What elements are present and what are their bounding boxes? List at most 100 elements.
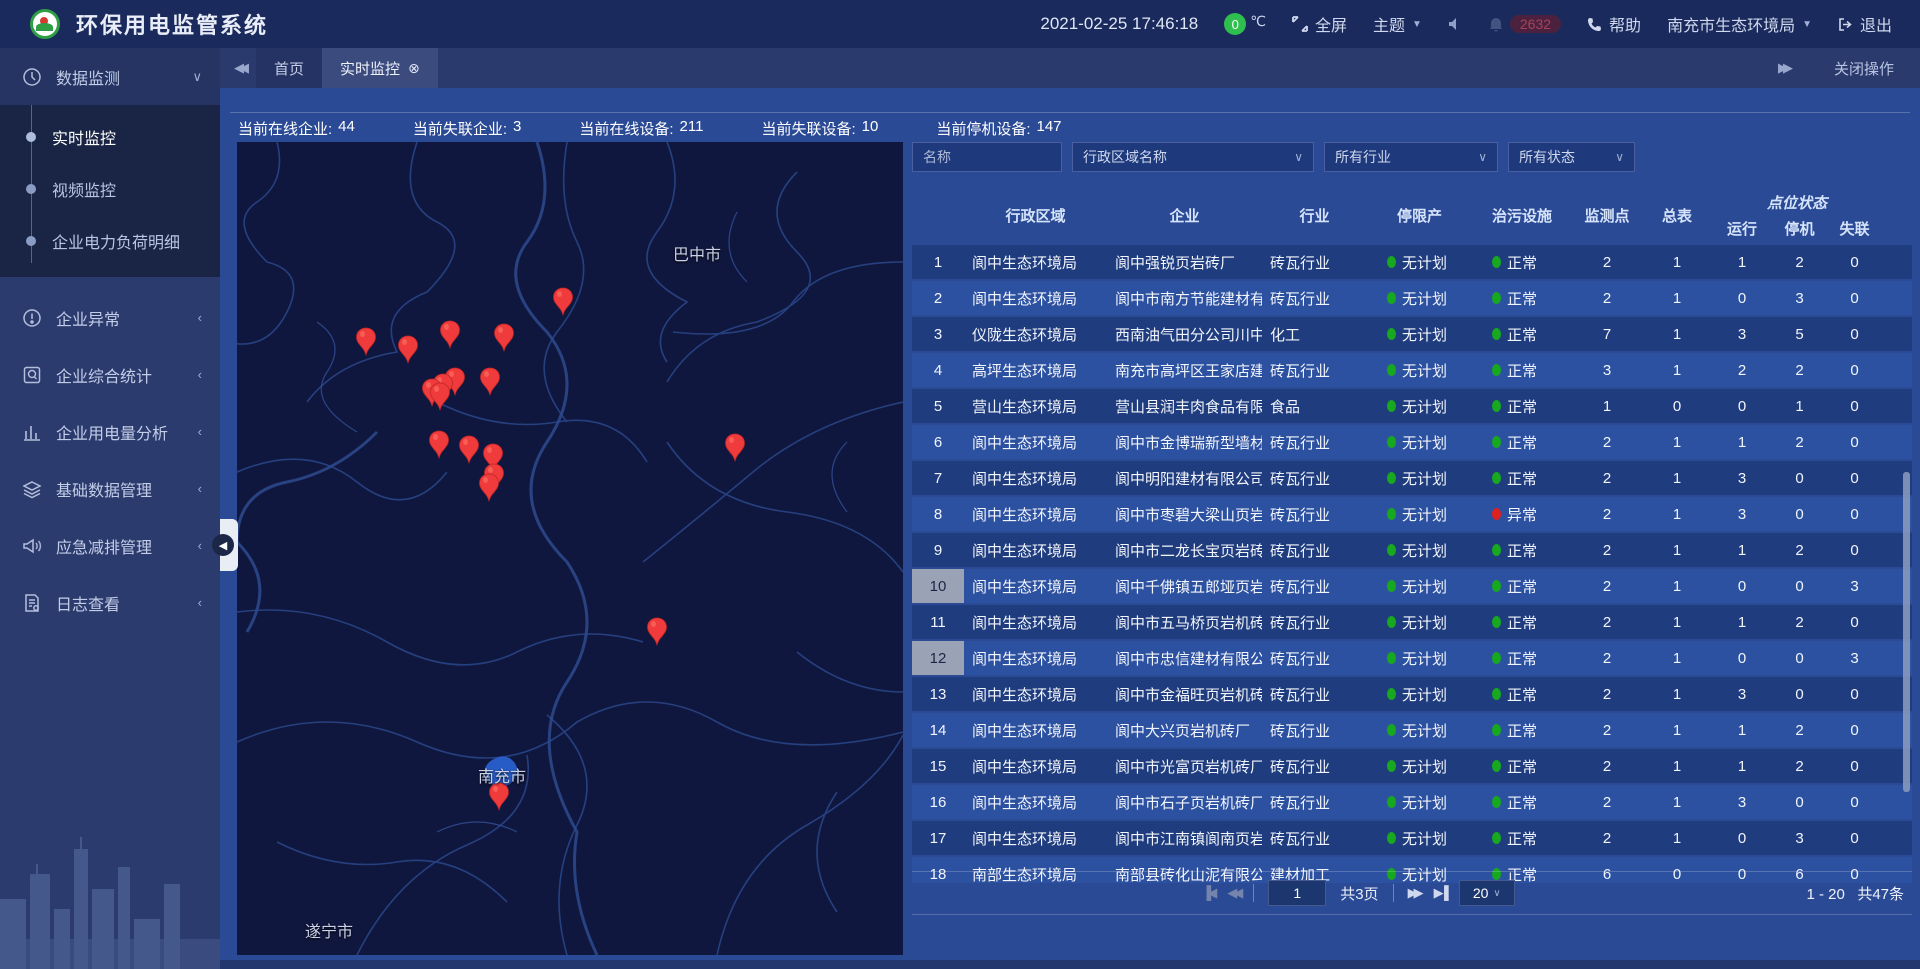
help-button[interactable]: 帮助 (1587, 12, 1641, 36)
tab-realtime-monitoring[interactable]: 实时监控 ⊗ (322, 48, 438, 88)
theme-dropdown[interactable]: 主题 ▼ (1373, 12, 1422, 36)
table-row[interactable]: 15 阆中生态环境局 阆中市光富页岩机砖厂 砖瓦行业 无计划 正常 2 (912, 749, 1912, 783)
status-dot-icon (1492, 364, 1501, 376)
next-page-icon[interactable]: ▶▶ (1408, 885, 1420, 901)
last-page-icon[interactable]: ▶▐ (1434, 885, 1445, 901)
cell-points: 3 (1572, 362, 1642, 379)
row-index: 7 (912, 461, 964, 495)
map-pin-icon[interactable] (428, 430, 450, 460)
sidebar-item-base-data[interactable]: 基础数据管理 ‹ (0, 460, 220, 517)
table-row[interactable]: 2 阆中生态环境局 阆中市南方节能建材有 砖瓦行业 无计划 正常 2 (912, 281, 1912, 315)
cell-stop: 0 (1772, 686, 1827, 703)
map-pin-icon[interactable] (646, 617, 668, 647)
sidebar-item-video-monitoring[interactable]: 视频监控 (0, 163, 220, 215)
stat-lost-enterprises: 当前失联企业:3 (413, 118, 522, 139)
cell-industry: 砖瓦行业 (1262, 792, 1367, 813)
close-operations-button[interactable]: 关闭操作 (1834, 58, 1894, 79)
sidebar-item-data-monitoring[interactable]: 数据监测 ∨ (0, 48, 220, 105)
cell-industry: 砖瓦行业 (1262, 648, 1367, 669)
tab-home[interactable]: 首页 (256, 48, 322, 88)
stat-lost-devices: 当前失联设备:10 (761, 118, 878, 139)
map-pin-icon[interactable] (493, 323, 515, 353)
map-pin-icon[interactable] (478, 473, 500, 503)
table-row[interactable]: 4 高坪生态环境局 南充市高坪区王家店建 砖瓦行业 无计划 正常 3 (912, 353, 1912, 387)
cell-company: 阆中市金福旺页岩机砖 (1107, 684, 1262, 705)
table-row[interactable]: 7 阆中生态环境局 阆中明阳建材有限公司 砖瓦行业 无计划 正常 2 (912, 461, 1912, 495)
cell-stop: 2 (1772, 362, 1827, 379)
notifications[interactable]: 2632 (1489, 15, 1561, 33)
map-pin-icon[interactable] (479, 367, 501, 397)
table-row[interactable]: 17 阆中生态环境局 阆中市江南镇阆南页岩 砖瓦行业 无计划 正常 2 (912, 821, 1912, 855)
sidebar-item-label: 日志查看 (56, 591, 120, 615)
statistics-icon (22, 365, 42, 385)
org-dropdown[interactable]: 南充市生态环境局 ▼ (1667, 12, 1812, 36)
map-pin-icon[interactable] (458, 435, 480, 465)
industry-filter-select[interactable]: 所有行业 ∨ (1324, 142, 1498, 172)
cell-lost: 0 (1827, 758, 1882, 775)
table-row[interactable]: 8 阆中生态环境局 阆中市枣碧大梁山页岩 砖瓦行业 无计划 异常 2 (912, 497, 1912, 531)
sidebar-item-power-load-detail[interactable]: 企业电力负荷明细 (0, 215, 220, 267)
map-panel[interactable]: 巴中市南充市遂宁市 (237, 142, 903, 955)
cell-meters: 1 (1642, 290, 1712, 307)
facility-text: 正常 (1507, 828, 1537, 849)
table-row[interactable]: 9 阆中生态环境局 阆中市二龙长宝页岩砖 砖瓦行业 无计划 正常 2 (912, 533, 1912, 567)
sidebar-item-realtime-monitoring[interactable]: 实时监控 (0, 111, 220, 163)
prev-page-icon[interactable]: ◀◀ (1227, 885, 1239, 901)
cell-run: 1 (1712, 434, 1772, 451)
tab-close-icon[interactable]: ⊗ (408, 60, 420, 77)
logout-button[interactable]: 退出 (1838, 12, 1892, 36)
sidebar-item-enterprise-statistics[interactable]: 企业综合统计 ‹ (0, 346, 220, 403)
fullscreen-button[interactable]: 全屏 (1292, 12, 1347, 36)
sidebar-item-log-view[interactable]: 日志查看 ‹ (0, 574, 220, 631)
map-pin-icon[interactable] (397, 335, 419, 365)
stat-online-enterprises: 当前在线企业:44 (238, 118, 355, 139)
map-pin-icon[interactable] (724, 433, 746, 463)
table-row[interactable]: 12 阆中生态环境局 阆中市忠信建材有限公 砖瓦行业 无计划 正常 2 (912, 641, 1912, 675)
map-pin-icon[interactable] (429, 382, 451, 412)
table-row[interactable]: 10 阆中生态环境局 阆中千佛镇五郎垭页岩 砖瓦行业 无计划 正常 2 (912, 569, 1912, 603)
cell-company: 阆中强锐页岩砖厂 (1107, 252, 1262, 273)
status-dot-icon (1387, 652, 1396, 664)
tabs-scroll-right-icon[interactable]: ▶▶ (1764, 60, 1800, 76)
sidebar-item-enterprise-abnormal[interactable]: 企业异常 ‹ (0, 289, 220, 346)
top-header: 环保用电监管系统 2021-02-25 17:46:18 0 ℃ 全屏 主题 ▼… (0, 0, 1920, 48)
cell-run: 1 (1712, 542, 1772, 559)
sidebar-item-power-analysis[interactable]: 企业用电量分析 ‹ (0, 403, 220, 460)
cell-limit-status: 无计划 (1367, 648, 1472, 669)
tabs-scroll-left-icon[interactable]: ◀◀ (220, 60, 256, 76)
sidebar-item-label: 基础数据管理 (56, 477, 152, 501)
status-dot-icon (1492, 724, 1501, 736)
col-meters: 总表 (1642, 205, 1712, 228)
table-row[interactable]: 13 阆中生态环境局 阆中市金福旺页岩机砖 砖瓦行业 无计划 正常 2 (912, 677, 1912, 711)
name-filter-input[interactable] (912, 142, 1062, 172)
table-row[interactable]: 16 阆中生态环境局 阆中市石子页岩机砖厂 砖瓦行业 无计划 正常 2 (912, 785, 1912, 819)
speaker-muted-icon (1448, 17, 1463, 31)
table-row[interactable]: 11 阆中生态环境局 阆中市五马桥页岩机砖 砖瓦行业 无计划 正常 2 (912, 605, 1912, 639)
map-pin-icon[interactable] (439, 320, 461, 350)
range-label: 1 - 20 (1806, 886, 1844, 903)
map-pin-icon[interactable] (355, 327, 377, 357)
sidebar-item-emergency-reduction[interactable]: 应急减排管理 ‹ (0, 517, 220, 574)
cell-points: 2 (1572, 758, 1642, 775)
page-number-input[interactable] (1268, 880, 1326, 906)
region-filter-select[interactable]: 行政区域名称 ∨ (1072, 142, 1314, 172)
first-page-icon[interactable]: ▐◀ (1202, 885, 1213, 901)
table-row[interactable]: 14 阆中生态环境局 阆中大兴页岩机砖厂 砖瓦行业 无计划 正常 2 (912, 713, 1912, 747)
table-row[interactable]: 3 仪陇生态环境局 西南油气田分公司川中 化工 无计划 正常 7 (912, 317, 1912, 351)
cell-facility-status: 正常 (1472, 432, 1572, 453)
cell-industry: 砖瓦行业 (1262, 504, 1367, 525)
status-filter-select[interactable]: 所有状态 ∨ (1508, 142, 1635, 172)
table-row[interactable]: 6 阆中生态环境局 阆中市金博瑞新型墙材 砖瓦行业 无计划 正常 2 (912, 425, 1912, 459)
status-dot-icon (1387, 760, 1396, 772)
table-scrollbar[interactable] (1903, 472, 1910, 792)
table-row[interactable]: 5 营山生态环境局 营山县润丰肉食品有限 食品 无计划 正常 1 (912, 389, 1912, 423)
map-pin-icon[interactable] (552, 287, 574, 317)
facility-text: 正常 (1507, 684, 1537, 705)
mute-button[interactable] (1448, 17, 1463, 31)
cell-lost: 0 (1827, 362, 1882, 379)
map-collapse-handle[interactable]: ◀ (220, 519, 238, 571)
table-row[interactable]: 1 阆中生态环境局 阆中强锐页岩砖厂 砖瓦行业 无计划 正常 2 (912, 245, 1912, 279)
cell-facility-status: 正常 (1472, 360, 1572, 381)
stat-online-devices: 当前在线设备:211 (579, 118, 703, 139)
page-size-select[interactable]: 20 ∨ (1459, 880, 1515, 906)
